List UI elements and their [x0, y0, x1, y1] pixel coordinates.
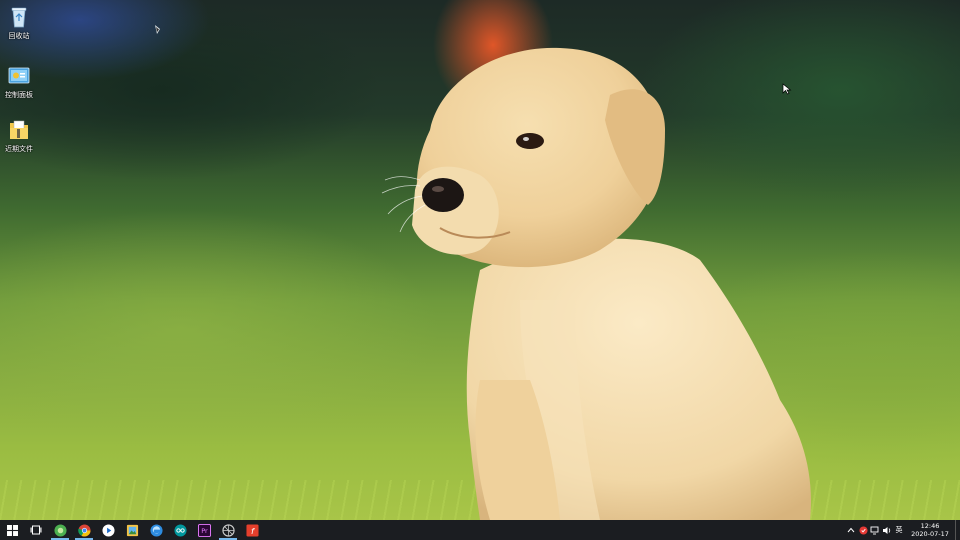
clock[interactable]: 12:46 2020-07-17 — [905, 520, 955, 540]
show-desktop-button[interactable] — [955, 520, 960, 540]
desktop-icon-label: 近期文件 — [5, 145, 33, 153]
clock-time: 12:46 — [920, 522, 940, 530]
puppy-photo — [381, 47, 811, 520]
folder-icon — [10, 120, 28, 139]
network-tool-icon — [221, 523, 235, 537]
desktop-wallpaper: 回收站 控制面板 近期文件 — [0, 0, 960, 520]
tray-overflow-button[interactable] — [845, 520, 857, 540]
taskbar-app-browser[interactable] — [144, 520, 168, 540]
control-panel-icon — [8, 67, 30, 84]
tray-network[interactable] — [869, 520, 881, 540]
taskbar-app-arduino[interactable] — [168, 520, 192, 540]
taskbar-app-premiere[interactable]: Pr — [192, 520, 216, 540]
tray-antivirus[interactable] — [857, 520, 869, 540]
desktop-icon-recent-files[interactable]: 近期文件 — [0, 118, 38, 153]
taskbar-app-image-viewer[interactable] — [120, 520, 144, 540]
desktop-icon-label: 回收站 — [8, 32, 30, 40]
tray-input-method[interactable]: 英 — [893, 520, 905, 540]
red-app-icon: f — [245, 523, 259, 537]
green-app-icon — [53, 523, 67, 537]
recycle-bin-icon — [11, 7, 27, 28]
tray-volume[interactable] — [881, 520, 893, 540]
network-icon — [870, 526, 879, 534]
mouse-cursor-icon — [782, 83, 792, 95]
speaker-icon — [883, 526, 891, 534]
chevron-up-icon — [847, 527, 855, 533]
play-icon — [101, 523, 115, 537]
taskbar-app-red[interactable]: f — [240, 520, 264, 540]
ime-label: 英 — [895, 526, 903, 534]
desktop-icon-label: 控制面板 — [5, 91, 33, 99]
task-view-icon — [30, 525, 42, 535]
desktop-icon-control-panel[interactable]: 控制面板 — [0, 64, 38, 99]
taskbar-app-chrome[interactable] — [72, 520, 96, 540]
chrome-icon — [77, 523, 91, 537]
system-tray: 英 12:46 2020-07-17 — [845, 520, 960, 540]
shield-status-icon — [858, 525, 868, 535]
windows-start-icon — [6, 524, 18, 536]
task-view-button[interactable] — [24, 520, 48, 540]
grass-foreground — [0, 480, 960, 520]
floating-speck — [155, 25, 160, 34]
start-button[interactable] — [0, 520, 24, 540]
premiere-icon: Pr — [197, 523, 211, 537]
taskbar: Pr f 英 12:46 2020-07-17 — [0, 520, 960, 540]
image-viewer-icon — [126, 524, 138, 536]
desktop-icon-recycle-bin[interactable]: 回收站 — [0, 5, 38, 40]
arduino-icon — [173, 523, 187, 537]
taskbar-app-green[interactable] — [48, 520, 72, 540]
premiere-icon-text: Pr — [201, 527, 208, 535]
taskbar-app-network-tool[interactable] — [216, 520, 240, 540]
taskbar-app-media-player[interactable] — [96, 520, 120, 540]
browser-icon — [149, 523, 163, 537]
clock-date: 2020-07-17 — [911, 530, 949, 538]
